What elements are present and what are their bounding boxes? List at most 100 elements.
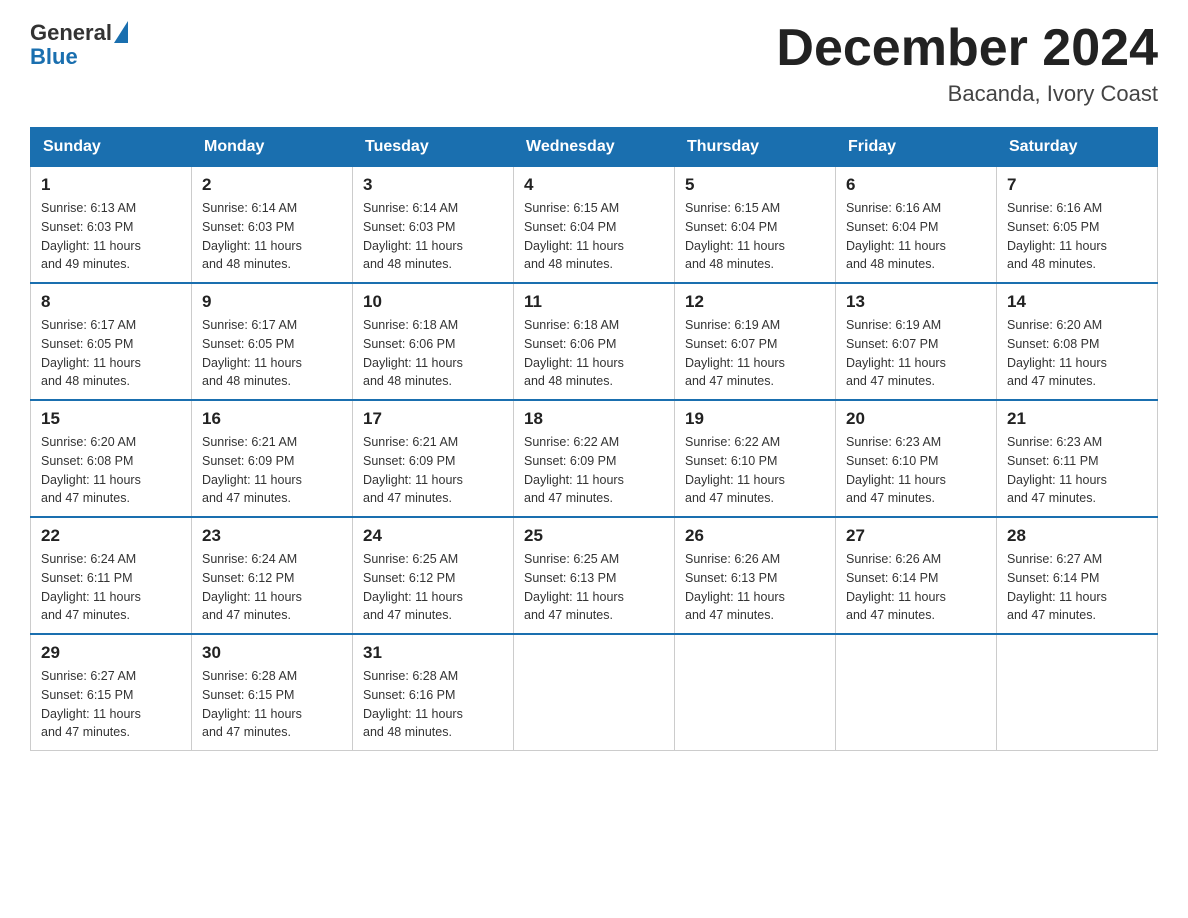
day-sun-info: Sunrise: 6:27 AMSunset: 6:14 PMDaylight:…: [1007, 550, 1147, 625]
day-sun-info: Sunrise: 6:20 AMSunset: 6:08 PMDaylight:…: [1007, 316, 1147, 391]
calendar-cell: 26 Sunrise: 6:26 AMSunset: 6:13 PMDayligh…: [675, 517, 836, 634]
calendar-cell: 20 Sunrise: 6:23 AMSunset: 6:10 PMDayligh…: [836, 400, 997, 517]
day-sun-info: Sunrise: 6:17 AMSunset: 6:05 PMDaylight:…: [41, 316, 181, 391]
day-number: 30: [202, 643, 342, 663]
calendar-cell: 5 Sunrise: 6:15 AMSunset: 6:04 PMDaylight…: [675, 167, 836, 284]
calendar-cell: 3 Sunrise: 6:14 AMSunset: 6:03 PMDaylight…: [353, 167, 514, 284]
day-number: 19: [685, 409, 825, 429]
day-sun-info: Sunrise: 6:23 AMSunset: 6:11 PMDaylight:…: [1007, 433, 1147, 508]
weekday-header-row: SundayMondayTuesdayWednesdayThursdayFrid…: [31, 128, 1158, 167]
calendar-cell: 15 Sunrise: 6:20 AMSunset: 6:08 PMDayligh…: [31, 400, 192, 517]
calendar-cell: 30 Sunrise: 6:28 AMSunset: 6:15 PMDayligh…: [192, 634, 353, 751]
day-number: 13: [846, 292, 986, 312]
location-subtitle: Bacanda, Ivory Coast: [776, 81, 1158, 107]
logo-triangle-icon: [114, 21, 128, 43]
day-sun-info: Sunrise: 6:24 AMSunset: 6:12 PMDaylight:…: [202, 550, 342, 625]
calendar-week-row: 8 Sunrise: 6:17 AMSunset: 6:05 PMDaylight…: [31, 283, 1158, 400]
day-sun-info: Sunrise: 6:24 AMSunset: 6:11 PMDaylight:…: [41, 550, 181, 625]
day-sun-info: Sunrise: 6:22 AMSunset: 6:09 PMDaylight:…: [524, 433, 664, 508]
day-number: 20: [846, 409, 986, 429]
weekday-header-monday: Monday: [192, 128, 353, 167]
calendar-cell: 28 Sunrise: 6:27 AMSunset: 6:14 PMDayligh…: [997, 517, 1158, 634]
day-number: 6: [846, 175, 986, 195]
calendar-cell: [997, 634, 1158, 751]
calendar-cell: 9 Sunrise: 6:17 AMSunset: 6:05 PMDaylight…: [192, 283, 353, 400]
calendar-cell: 1 Sunrise: 6:13 AMSunset: 6:03 PMDaylight…: [31, 167, 192, 284]
calendar-week-row: 29 Sunrise: 6:27 AMSunset: 6:15 PMDayligh…: [31, 634, 1158, 751]
title-block: December 2024 Bacanda, Ivory Coast: [776, 20, 1158, 107]
calendar-cell: 11 Sunrise: 6:18 AMSunset: 6:06 PMDayligh…: [514, 283, 675, 400]
day-number: 21: [1007, 409, 1147, 429]
day-number: 5: [685, 175, 825, 195]
day-number: 1: [41, 175, 181, 195]
page-header: General Blue December 2024 Bacanda, Ivor…: [30, 20, 1158, 107]
day-number: 26: [685, 526, 825, 546]
calendar-cell: 31 Sunrise: 6:28 AMSunset: 6:16 PMDayligh…: [353, 634, 514, 751]
day-number: 11: [524, 292, 664, 312]
calendar-cell: 24 Sunrise: 6:25 AMSunset: 6:12 PMDayligh…: [353, 517, 514, 634]
day-sun-info: Sunrise: 6:16 AMSunset: 6:05 PMDaylight:…: [1007, 199, 1147, 274]
calendar-cell: 21 Sunrise: 6:23 AMSunset: 6:11 PMDayligh…: [997, 400, 1158, 517]
day-number: 8: [41, 292, 181, 312]
weekday-header-friday: Friday: [836, 128, 997, 167]
day-sun-info: Sunrise: 6:15 AMSunset: 6:04 PMDaylight:…: [524, 199, 664, 274]
day-number: 27: [846, 526, 986, 546]
day-sun-info: Sunrise: 6:18 AMSunset: 6:06 PMDaylight:…: [363, 316, 503, 391]
logo-blue-text: Blue: [30, 44, 78, 70]
day-sun-info: Sunrise: 6:13 AMSunset: 6:03 PMDaylight:…: [41, 199, 181, 274]
day-sun-info: Sunrise: 6:22 AMSunset: 6:10 PMDaylight:…: [685, 433, 825, 508]
day-sun-info: Sunrise: 6:17 AMSunset: 6:05 PMDaylight:…: [202, 316, 342, 391]
day-number: 3: [363, 175, 503, 195]
day-sun-info: Sunrise: 6:14 AMSunset: 6:03 PMDaylight:…: [363, 199, 503, 274]
calendar-week-row: 22 Sunrise: 6:24 AMSunset: 6:11 PMDayligh…: [31, 517, 1158, 634]
calendar-cell: 13 Sunrise: 6:19 AMSunset: 6:07 PMDayligh…: [836, 283, 997, 400]
day-sun-info: Sunrise: 6:27 AMSunset: 6:15 PMDaylight:…: [41, 667, 181, 742]
calendar-cell: 18 Sunrise: 6:22 AMSunset: 6:09 PMDayligh…: [514, 400, 675, 517]
day-number: 18: [524, 409, 664, 429]
day-sun-info: Sunrise: 6:21 AMSunset: 6:09 PMDaylight:…: [202, 433, 342, 508]
day-number: 29: [41, 643, 181, 663]
calendar-cell: 8 Sunrise: 6:17 AMSunset: 6:05 PMDaylight…: [31, 283, 192, 400]
day-number: 14: [1007, 292, 1147, 312]
day-sun-info: Sunrise: 6:14 AMSunset: 6:03 PMDaylight:…: [202, 199, 342, 274]
weekday-header-tuesday: Tuesday: [353, 128, 514, 167]
calendar-cell: 16 Sunrise: 6:21 AMSunset: 6:09 PMDayligh…: [192, 400, 353, 517]
day-sun-info: Sunrise: 6:25 AMSunset: 6:12 PMDaylight:…: [363, 550, 503, 625]
day-number: 2: [202, 175, 342, 195]
day-sun-info: Sunrise: 6:25 AMSunset: 6:13 PMDaylight:…: [524, 550, 664, 625]
day-number: 31: [363, 643, 503, 663]
day-sun-info: Sunrise: 6:15 AMSunset: 6:04 PMDaylight:…: [685, 199, 825, 274]
calendar-table: SundayMondayTuesdayWednesdayThursdayFrid…: [30, 127, 1158, 751]
day-number: 17: [363, 409, 503, 429]
day-sun-info: Sunrise: 6:26 AMSunset: 6:13 PMDaylight:…: [685, 550, 825, 625]
day-number: 9: [202, 292, 342, 312]
calendar-week-row: 15 Sunrise: 6:20 AMSunset: 6:08 PMDayligh…: [31, 400, 1158, 517]
day-number: 4: [524, 175, 664, 195]
day-number: 16: [202, 409, 342, 429]
day-number: 22: [41, 526, 181, 546]
calendar-cell: 17Sunrise: 6:21 AMSunset: 6:09 PMDayligh…: [353, 400, 514, 517]
day-number: 23: [202, 526, 342, 546]
day-number: 7: [1007, 175, 1147, 195]
day-number: 24: [363, 526, 503, 546]
calendar-cell: 14 Sunrise: 6:20 AMSunset: 6:08 PMDayligh…: [997, 283, 1158, 400]
day-number: 25: [524, 526, 664, 546]
day-sun-info: Sunrise: 6:23 AMSunset: 6:10 PMDaylight:…: [846, 433, 986, 508]
day-sun-info: Sunrise: 6:19 AMSunset: 6:07 PMDaylight:…: [846, 316, 986, 391]
day-sun-info: Sunrise: 6:18 AMSunset: 6:06 PMDaylight:…: [524, 316, 664, 391]
day-sun-info: Sunrise: 6:26 AMSunset: 6:14 PMDaylight:…: [846, 550, 986, 625]
day-number: 15: [41, 409, 181, 429]
calendar-cell: 19 Sunrise: 6:22 AMSunset: 6:10 PMDayligh…: [675, 400, 836, 517]
day-sun-info: Sunrise: 6:20 AMSunset: 6:08 PMDaylight:…: [41, 433, 181, 508]
calendar-cell: 23 Sunrise: 6:24 AMSunset: 6:12 PMDayligh…: [192, 517, 353, 634]
weekday-header-sunday: Sunday: [31, 128, 192, 167]
calendar-cell: 2 Sunrise: 6:14 AMSunset: 6:03 PMDaylight…: [192, 167, 353, 284]
logo-general-text: General: [30, 20, 112, 46]
day-number: 28: [1007, 526, 1147, 546]
calendar-cell: [514, 634, 675, 751]
day-sun-info: Sunrise: 6:28 AMSunset: 6:15 PMDaylight:…: [202, 667, 342, 742]
day-sun-info: Sunrise: 6:28 AMSunset: 6:16 PMDaylight:…: [363, 667, 503, 742]
day-sun-info: Sunrise: 6:16 AMSunset: 6:04 PMDaylight:…: [846, 199, 986, 274]
day-number: 12: [685, 292, 825, 312]
calendar-cell: [675, 634, 836, 751]
